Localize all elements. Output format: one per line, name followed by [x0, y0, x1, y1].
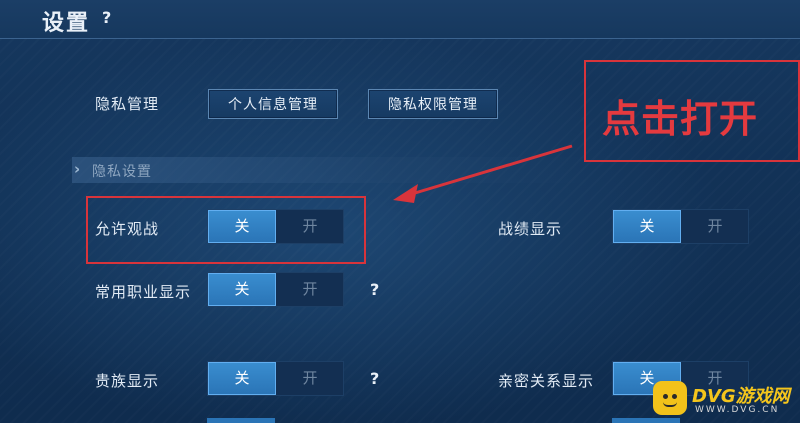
watermark: DVG游戏网 WWW.DVG.CN	[645, 375, 800, 423]
settings-screen: 设置 ? 隐私管理 个人信息管理 隐私权限管理 › 隐私设置 允许观战 关 开 …	[0, 0, 800, 423]
watermark-subtitle: WWW.DVG.CN	[695, 405, 780, 415]
watermark-logo-icon	[653, 381, 687, 415]
annotation-arrow-icon	[393, 144, 573, 203]
